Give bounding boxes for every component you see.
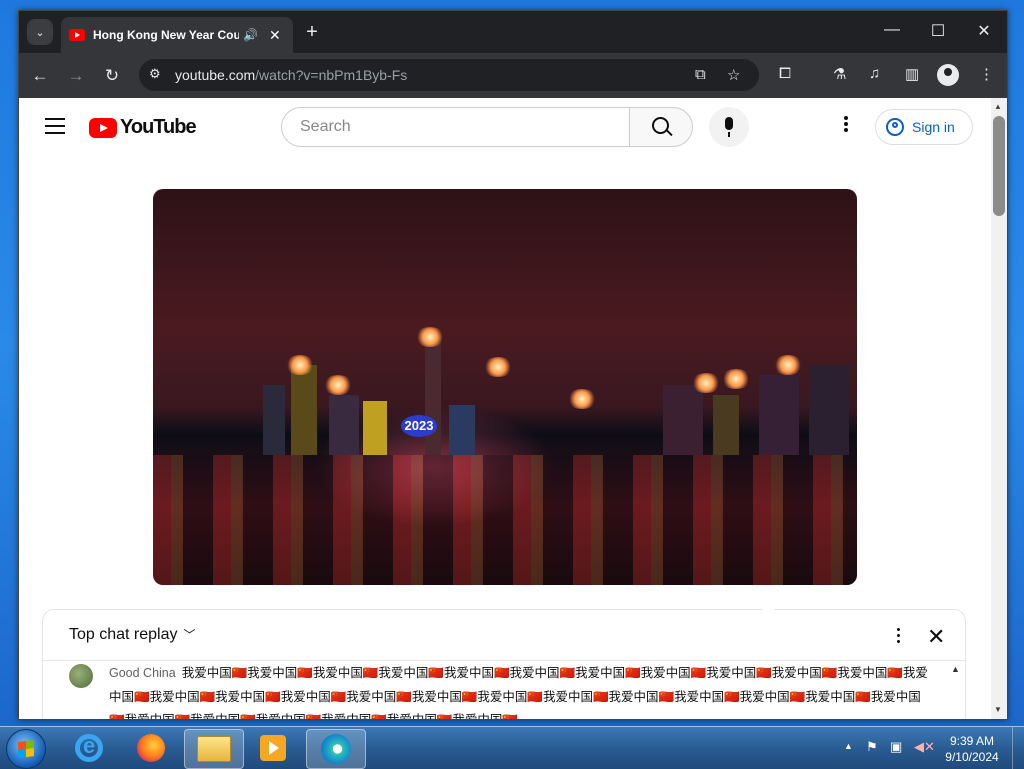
chat-author[interactable]: Good China [109, 666, 176, 680]
internet-explorer-icon[interactable] [60, 729, 118, 767]
search-button[interactable] [629, 107, 693, 147]
maximize-button[interactable]: ☐ [923, 21, 953, 41]
url-host: youtube.com [175, 67, 256, 83]
scroll-up-icon[interactable]: ▲ [994, 102, 1002, 111]
side-panel-icon[interactable]: ▥ [905, 65, 919, 83]
tab-title: Hong Kong New Year Coun [93, 28, 239, 42]
search-input[interactable] [298, 117, 602, 137]
minimize-button[interactable]: — [877, 21, 907, 39]
video-player[interactable]: 2023 [153, 189, 857, 585]
windows-start-icon[interactable] [6, 729, 46, 769]
profile-icon[interactable] [937, 64, 959, 86]
media-control-icon[interactable]: ♫ [869, 65, 880, 82]
tray-expand-icon[interactable]: ▲ [844, 741, 853, 751]
clock-time: 9:39 AM [949, 734, 995, 748]
media-player-icon[interactable] [244, 729, 302, 767]
tab-youtube[interactable]: Hong Kong New Year Coun 🔊 ✕ [61, 17, 293, 53]
voice-search-button[interactable] [709, 107, 749, 147]
mic-icon [725, 117, 733, 130]
user-icon [886, 118, 904, 136]
youtube-logo-icon [89, 117, 117, 138]
clock-date: 9/10/2024 [945, 750, 999, 764]
video-2023-sign: 2023 [401, 415, 437, 437]
extensions-icon[interactable]: ⧠ [779, 65, 791, 82]
volume-muted-icon[interactable]: ◀✕ [914, 739, 935, 755]
youtube-favicon-icon [69, 29, 85, 41]
sign-in-button[interactable]: Sign in [875, 109, 973, 145]
tab-search-icon[interactable]: ⌄ [27, 19, 53, 45]
scrollbar-thumb[interactable] [993, 116, 1005, 216]
network-icon[interactable]: ▣ [890, 739, 902, 755]
chat-title: Top chat replay [69, 626, 178, 643]
bookmark-star-icon[interactable]: ☆ [727, 66, 740, 84]
live-chat-replay: Top chat replay ﹀ ✕ Good China 我爱中国🇨🇳我爱中国🇨… [42, 609, 966, 719]
taskbar: ▲ ⚑ ▣ ◀✕ 9:39 AM 9/10/2024 [0, 726, 1024, 769]
file-explorer-icon[interactable] [184, 729, 244, 769]
flag-icon[interactable]: ⚑ [866, 739, 878, 755]
hamburger-icon[interactable] [45, 118, 65, 139]
address-bar[interactable]: ⚙ youtube.com/watch?v=nbPm1Byb-Fs ⧉ ☆ [139, 59, 759, 91]
search-box [281, 107, 630, 147]
avatar[interactable] [69, 664, 93, 688]
youtube-logo-text: YouTube [120, 116, 197, 138]
firefox-icon[interactable] [122, 729, 180, 767]
site-info-icon[interactable]: ⚙ [149, 66, 161, 82]
chat-mode-dropdown[interactable]: Top chat replay ﹀ [69, 626, 196, 644]
chevron-down-icon: ﹀ [183, 628, 196, 642]
sign-in-label: Sign in [912, 119, 955, 135]
new-tab-button[interactable]: + [301, 21, 323, 43]
reload-button[interactable]: ↻ [99, 63, 125, 89]
tab-close-icon[interactable]: ✕ [269, 27, 283, 44]
forward-button[interactable]: → [63, 63, 89, 89]
page-scrollbar[interactable]: ▲ ▼ [991, 98, 1007, 719]
system-clock[interactable]: 9:39 AM 9/10/2024 [936, 733, 1008, 765]
youtube-page: YouTube Sign in [19, 98, 991, 719]
tab-strip: ⌄ Hong Kong New Year Coun 🔊 ✕ + — ☐ ✕ [19, 11, 1007, 53]
labs-icon[interactable]: ⚗ [833, 65, 846, 83]
chat-scroll-up-icon[interactable]: ▲ [951, 664, 960, 674]
edge-icon[interactable] [306, 729, 366, 769]
chat-menu-icon[interactable] [895, 628, 901, 646]
close-window-button[interactable]: ✕ [969, 21, 999, 41]
chat-divider [43, 660, 965, 661]
install-app-icon[interactable]: ⧉ [695, 66, 706, 83]
url-text[interactable]: youtube.com/watch?v=nbPm1Byb-Fs [175, 67, 407, 83]
youtube-logo[interactable]: YouTube [89, 116, 197, 139]
url-path: /watch?v=nbPm1Byb-Fs [255, 67, 408, 83]
search-icon [652, 117, 669, 134]
scroll-down-icon[interactable]: ▼ [994, 705, 1002, 714]
audio-icon[interactable]: 🔊 [243, 28, 261, 42]
close-icon[interactable]: ✕ [927, 624, 945, 650]
menu-icon[interactable]: ⋮ [979, 65, 994, 83]
settings-menu-button[interactable] [841, 116, 851, 134]
browser-window: ⌄ Hong Kong New Year Coun 🔊 ✕ + — ☐ ✕ ← … [18, 10, 1008, 720]
back-button[interactable]: ← [27, 63, 53, 89]
chat-message-text: 我爱中国🇨🇳我爱中国🇨🇳我爱中国🇨🇳我爱中国🇨🇳我爱中国🇨🇳我爱中国🇨🇳我爱中国… [109, 666, 928, 719]
browser-toolbar: ← → ↻ ⚙ youtube.com/watch?v=nbPm1Byb-Fs … [19, 53, 1007, 98]
show-desktop-button[interactable] [1012, 727, 1024, 769]
